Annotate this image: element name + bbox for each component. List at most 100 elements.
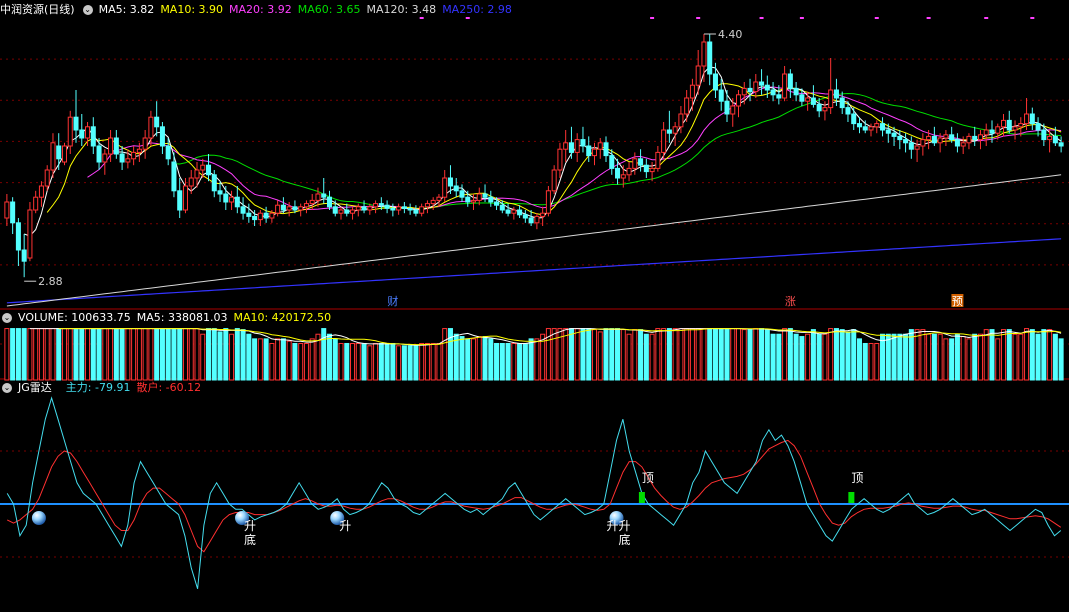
volume-bar [148,328,154,381]
volume-bar [223,328,229,381]
volume-bar [275,338,281,381]
candle-body [1041,129,1047,141]
candle-body [615,167,621,179]
candle-body [211,174,217,192]
candle-body [816,103,822,112]
candle-body [735,94,742,107]
volume-bar [1058,338,1064,381]
candle-body [350,209,356,214]
candle-body [851,113,857,125]
collapse-volume-icon[interactable]: ⌄ [2,313,12,323]
volume-bar [102,328,108,381]
volume-bar [989,329,995,381]
volume-bar [459,336,465,381]
candle-body [102,153,108,163]
volume-legend: VOLUME: 100633.75 MA5: 338081.03 MA10: 420… [18,311,337,324]
volume-bar [966,338,972,381]
volume-bar [1018,333,1024,381]
volume-label: MA10: 420172.50 [233,311,332,324]
volume-bar [447,328,453,381]
volume-bar [50,328,56,381]
volume-bar [413,345,419,381]
candle-body [205,164,212,176]
stock-chart[interactable]: 4.402.88财涨预升底升升升底顶顶 [0,0,1069,612]
volume-bar [885,333,891,381]
candle-body [21,249,27,262]
candle-body [666,129,672,134]
volume-bar [586,328,592,381]
candle-body [793,87,799,96]
ma120-line [6,174,1062,307]
candle-body [390,207,396,211]
volume-bar [770,333,776,381]
candle-body [373,203,379,208]
candle-body [303,203,309,208]
candle-body [574,139,580,153]
volume-bar [390,342,396,381]
candle-body [954,139,960,147]
candle-body [626,167,632,176]
volume-bar [776,333,782,381]
volume-bar [718,328,724,381]
volume-bar [217,331,223,381]
candle-body [499,204,505,211]
candle-body [430,199,436,205]
candle-body [977,134,983,141]
candle-body [787,73,793,89]
candle-body [465,196,471,203]
candle-body [839,97,845,109]
candle-body [534,215,540,224]
candle-body [56,145,62,160]
retail-line [6,439,1062,553]
candle-body [655,151,661,169]
candle-body [799,94,805,102]
volume-bar [574,328,580,381]
volume-bar [73,328,79,381]
collapse-jg-icon[interactable]: ⌄ [2,383,12,393]
volume-bar [401,345,407,381]
signal-label: 底 [619,532,631,547]
top-signal-bar [638,492,645,503]
candle-body [511,209,517,214]
candle-body [384,204,390,209]
candle-body [880,123,886,131]
candle-body [1018,123,1024,128]
ma-label: MA5: 3.82 [98,3,155,16]
volume-bar [666,328,672,381]
candle-body [891,132,897,137]
candle-body [482,193,488,198]
candle-body [810,97,816,105]
volume-bar [805,333,811,381]
volume-bar [136,328,142,381]
candle-body [229,196,235,203]
volume-bar [1047,329,1053,381]
volume-bar [914,329,920,381]
volume-bar [638,329,644,381]
candle-body [591,148,598,157]
candle-body [920,139,926,147]
candle-body [309,199,315,205]
candle-body [557,148,563,171]
candle-body [33,196,39,211]
candle-body [632,158,638,169]
volume-bar [615,328,621,381]
candle-body [563,142,569,150]
candle-body [165,145,171,160]
collapse-main-icon[interactable]: ⌄ [82,5,93,15]
candle-body [603,142,609,157]
candle-body [689,84,695,99]
candle-body [159,126,165,147]
volume-bar [810,329,816,381]
volume-bar [303,342,309,381]
candle-body [286,206,292,211]
candle-body [321,193,327,198]
volume-bar [108,328,114,381]
top-signal-label: 顶 [642,471,654,485]
candle-body [494,201,500,206]
candle-body [914,145,920,150]
volume-bar [424,342,430,381]
candle-body [960,142,966,147]
volume-header: ⌄ VOLUME: 100633.75 MA5: 338081.03 MA10: 42… [0,310,343,326]
volume-bar [482,336,488,381]
candle-body [85,126,91,139]
